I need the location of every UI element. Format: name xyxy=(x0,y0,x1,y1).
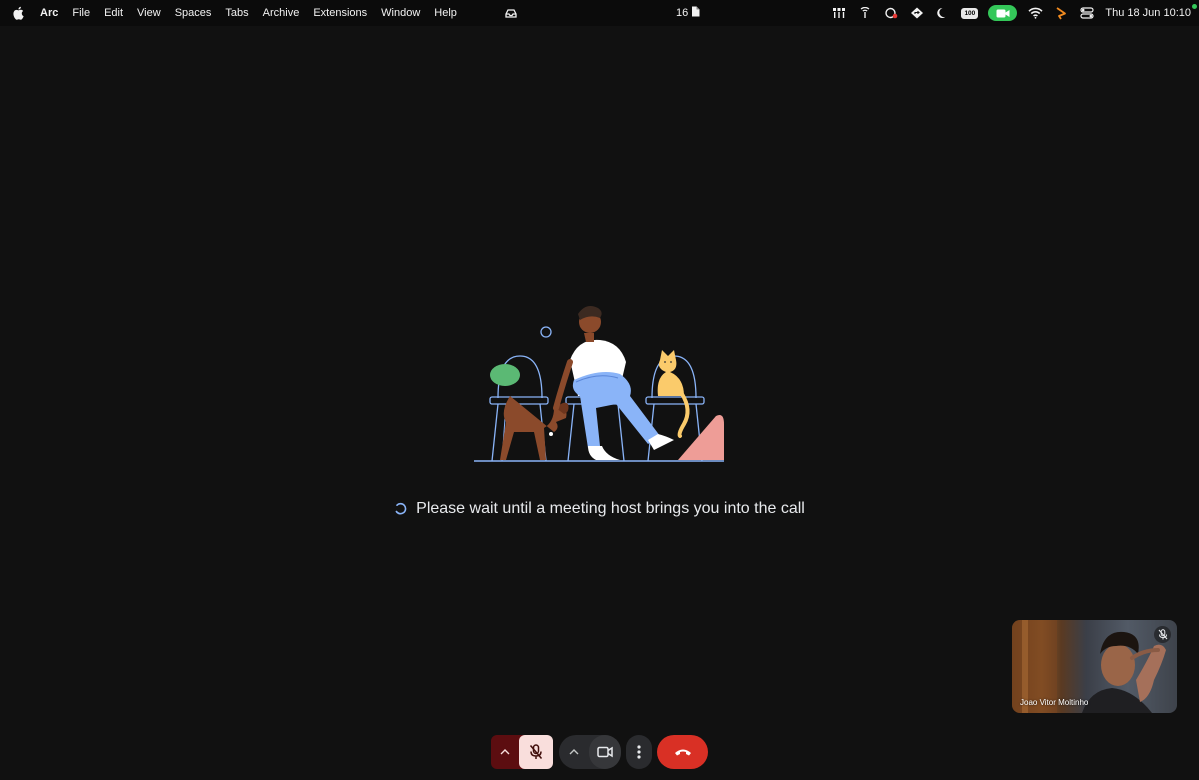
recording-dot-icon xyxy=(1192,4,1197,9)
menu-help[interactable]: Help xyxy=(434,7,457,19)
menu-extensions[interactable]: Extensions xyxy=(313,7,367,19)
menubar-clock[interactable]: Thu 18 Jun 10:10 xyxy=(1105,7,1191,19)
menu-spaces[interactable]: Spaces xyxy=(175,7,212,19)
leave-call-button[interactable] xyxy=(657,735,708,769)
camera-control-group xyxy=(559,735,621,769)
menu-app-name[interactable]: Arc xyxy=(40,7,58,19)
menu-view[interactable]: View xyxy=(137,7,161,19)
document-icon xyxy=(691,6,700,20)
wifi-icon[interactable] xyxy=(1027,6,1043,20)
more-options-button[interactable] xyxy=(626,735,652,769)
loading-spinner-icon xyxy=(394,502,408,516)
menu-bar: Arc File Edit View Spaces Tabs Archive E… xyxy=(0,0,1199,26)
document-count: 16 xyxy=(676,7,689,19)
video-options-button[interactable] xyxy=(559,735,589,769)
brand-app-icon[interactable] xyxy=(1053,6,1069,20)
menu-bar-left: Arc File Edit View Spaces Tabs Archive E… xyxy=(0,0,471,26)
menu-window[interactable]: Window xyxy=(381,7,420,19)
more-vert-icon xyxy=(637,745,641,759)
microphone-toggle-button[interactable] xyxy=(519,735,553,769)
waiting-message-row: Please wait until a meeting host brings … xyxy=(0,496,1199,522)
battery-indicator[interactable]: 100 xyxy=(961,7,979,19)
waiting-room-illustration xyxy=(470,300,730,470)
chevron-up-icon xyxy=(569,749,579,755)
audio-options-button[interactable] xyxy=(491,735,519,769)
tray-icon[interactable] xyxy=(504,6,518,20)
waiting-message: Please wait until a meeting host brings … xyxy=(416,500,805,517)
self-view-name: Joao Vitor Moltinho xyxy=(1020,698,1089,707)
chevron-up-icon xyxy=(500,749,510,755)
self-view-tile[interactable]: Joao Vitor Moltinho xyxy=(1012,620,1177,713)
menu-bar-status-area: 100 Thu 18 Jun 10:10 xyxy=(821,0,1191,26)
self-view-mic-off-icon xyxy=(1154,626,1171,643)
hang-up-icon xyxy=(674,749,691,756)
apple-icon[interactable] xyxy=(12,6,26,20)
grid-app-icon[interactable] xyxy=(831,6,847,20)
antenna-icon[interactable] xyxy=(857,6,873,20)
microphone-control-group xyxy=(491,735,553,769)
camera-in-use-indicator[interactable] xyxy=(988,5,1018,21)
camera-toggle-button[interactable] xyxy=(589,735,621,769)
moon-icon[interactable] xyxy=(935,6,951,20)
call-controls-bar xyxy=(0,735,1199,769)
control-center-icon[interactable] xyxy=(1079,6,1095,20)
menu-tabs[interactable]: Tabs xyxy=(225,7,248,19)
sync-icon[interactable] xyxy=(883,6,899,20)
menu-archive[interactable]: Archive xyxy=(263,7,300,19)
mic-off-icon xyxy=(529,744,543,759)
menubar-document-count[interactable]: 16 xyxy=(676,0,700,26)
direction-icon[interactable] xyxy=(909,6,925,20)
menu-edit[interactable]: Edit xyxy=(104,7,123,19)
video-camera-icon xyxy=(597,746,613,758)
menu-file[interactable]: File xyxy=(72,7,90,19)
